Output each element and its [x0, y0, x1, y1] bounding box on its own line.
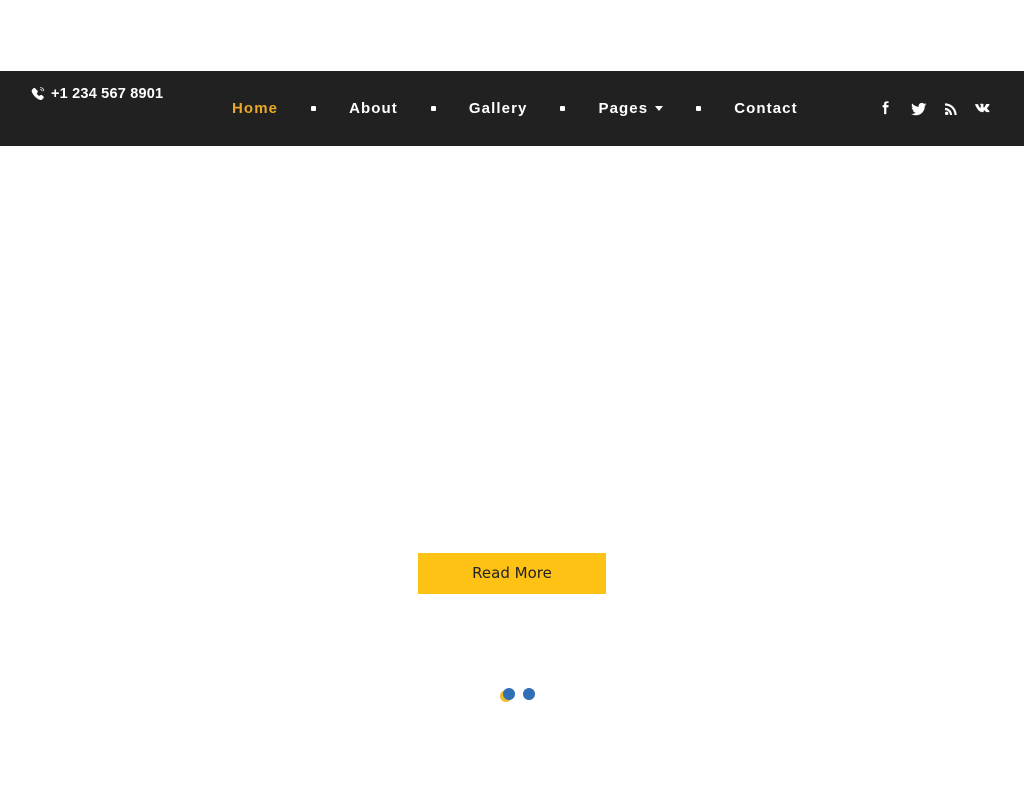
- nav-item-contact-label: Contact: [734, 100, 798, 117]
- nav-separator-dot: [696, 106, 702, 111]
- rss-icon[interactable]: [941, 99, 960, 118]
- vk-icon[interactable]: [973, 99, 992, 118]
- nav-item-gallery[interactable]: Gallery: [469, 100, 528, 117]
- nav-item-home[interactable]: Home: [232, 100, 278, 117]
- carousel-dot-2[interactable]: [523, 688, 535, 700]
- nav-item-pages[interactable]: Pages: [598, 100, 664, 117]
- nav-item-about[interactable]: About: [349, 100, 398, 117]
- nav-separator-dot: [430, 106, 436, 111]
- nav-separator-dot: [560, 106, 566, 111]
- header-phone-number: +1 234 567 8901: [51, 86, 164, 102]
- facebook-icon[interactable]: [877, 99, 896, 118]
- social-links: [864, 71, 992, 146]
- nav-item-pages-label: Pages: [598, 100, 649, 117]
- carousel-dot-1[interactable]: [503, 688, 515, 700]
- phone-volume-icon: [30, 86, 46, 102]
- twitter-icon[interactable]: [909, 99, 928, 118]
- nav-item-gallery-label: Gallery: [468, 100, 528, 117]
- hero-slide: Read More: [0, 146, 1024, 800]
- carousel-pagination: [498, 684, 548, 704]
- main-navigation: Home About Gallery Pages Contact: [232, 71, 798, 146]
- page-top-spacer: [0, 0, 1024, 71]
- hero-slider: Read More: [0, 146, 1024, 800]
- nav-item-about-label: About: [349, 100, 398, 117]
- nav-item-home-label: Home: [232, 100, 279, 117]
- nav-item-contact[interactable]: Contact: [734, 100, 798, 117]
- site-header: +1 234 567 8901 Home About Gallery Pages…: [0, 71, 1024, 146]
- chevron-down-icon: [655, 106, 664, 111]
- header-phone-block[interactable]: +1 234 567 8901: [30, 83, 210, 105]
- read-more-button[interactable]: Read More: [418, 553, 606, 594]
- nav-separator-dot: [311, 106, 317, 111]
